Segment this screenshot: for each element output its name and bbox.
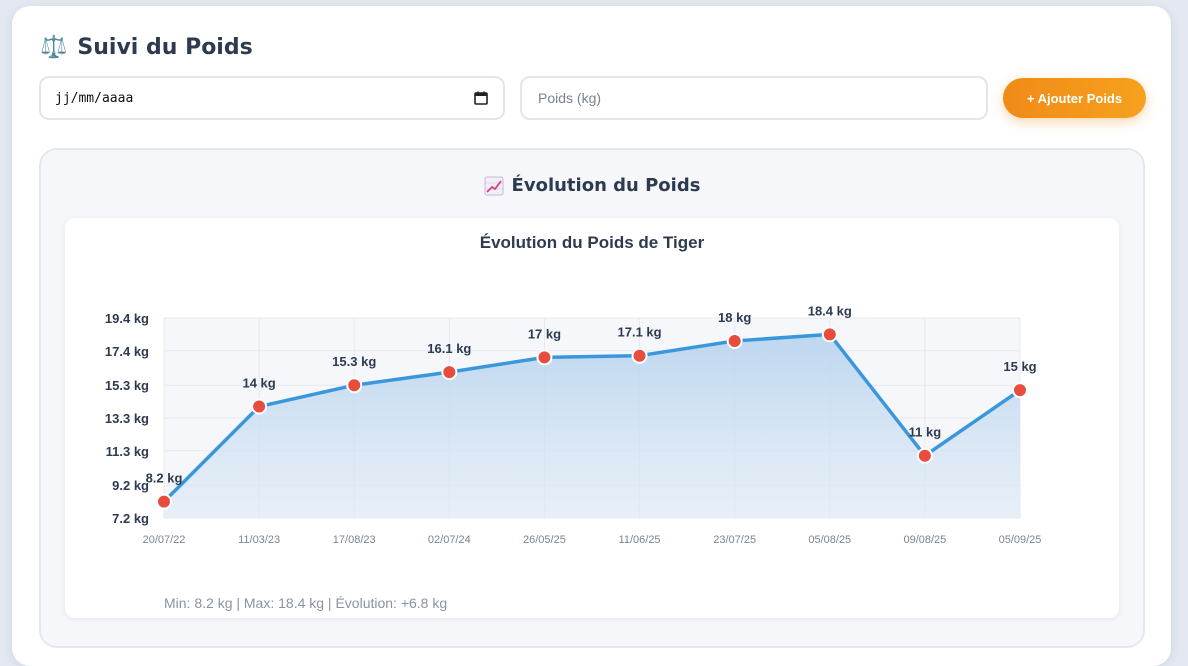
data-label: 18.4 kg — [808, 303, 852, 318]
chart-title: Évolution du Poids de Tiger — [480, 233, 705, 252]
balance-scale-icon: ⚖️ — [40, 34, 68, 59]
data-label: 17 kg — [528, 326, 561, 341]
weight-field[interactable] — [520, 76, 988, 120]
x-tick-label: 23/07/25 — [713, 534, 756, 546]
x-tick-label: 11/03/23 — [238, 534, 280, 546]
chart-increasing-icon — [484, 176, 504, 195]
data-point — [441, 364, 458, 381]
y-tick-label: 15.3 kg — [105, 378, 149, 393]
data-point — [821, 326, 838, 343]
data-point — [346, 377, 363, 394]
x-tick-label: 05/09/25 — [999, 534, 1042, 546]
y-tick-label: 13.3 kg — [105, 411, 149, 426]
y-tick-label: 17.4 kg — [105, 344, 149, 359]
data-point — [536, 349, 553, 366]
y-tick-label: 11.3 kg — [106, 444, 149, 459]
x-tick-label: 02/07/24 — [428, 534, 471, 546]
date-input-value: jj/mm/aaaa — [55, 90, 134, 106]
header: ⚖️ Suivi du Poids — [40, 30, 253, 64]
weight-chart: Évolution du Poids de Tiger 7.2 kg 9.2 kg 1… — [65, 218, 1119, 618]
x-tick-label: 20/07/22 — [143, 534, 186, 546]
data-label: 15.3 kg — [332, 354, 376, 369]
page-title: Suivi du Poids — [77, 34, 253, 60]
data-label: 17.1 kg — [618, 325, 662, 340]
calendar-icon[interactable] — [473, 90, 489, 106]
x-tick-label: 09/08/25 — [903, 534, 946, 546]
data-label: 18 kg — [718, 310, 751, 325]
data-label: 15 kg — [1003, 359, 1036, 374]
data-point — [916, 447, 933, 464]
section-title: Évolution du Poids — [511, 175, 701, 196]
x-tick-label: 26/05/25 — [523, 534, 566, 546]
x-tick-label: 17/08/23 — [333, 534, 376, 546]
data-point — [1012, 382, 1028, 399]
add-weight-button[interactable]: + Ajouter Poids — [1003, 78, 1146, 118]
x-tick-label: 05/08/25 — [808, 534, 851, 546]
data-label: 16.1 kg — [427, 341, 471, 356]
weight-input[interactable] — [536, 89, 972, 107]
data-label: 11 kg — [909, 425, 942, 440]
data-label: 8.2 kg — [146, 471, 183, 486]
data-point — [631, 347, 648, 364]
chart-summary: Min: 8.2 kg | Max: 18.4 kg | Évolution: … — [164, 595, 447, 611]
weight-chart-svg: Évolution du Poids de Tiger 7.2 kg 9.2 kg 1… — [105, 233, 1042, 611]
data-point — [156, 493, 172, 510]
y-tick-label: 9.2 kg — [112, 478, 149, 493]
y-tick-label: 19.4 kg — [105, 311, 149, 326]
section-title-row: Évolution du Poids — [41, 175, 1143, 196]
data-point — [726, 332, 743, 349]
x-tick-label: 11/06/25 — [619, 534, 661, 546]
data-point — [251, 398, 268, 415]
data-label: 14 kg — [242, 376, 275, 391]
date-input[interactable]: jj/mm/aaaa — [39, 76, 505, 120]
y-tick-label: 7.2 kg — [112, 511, 149, 526]
